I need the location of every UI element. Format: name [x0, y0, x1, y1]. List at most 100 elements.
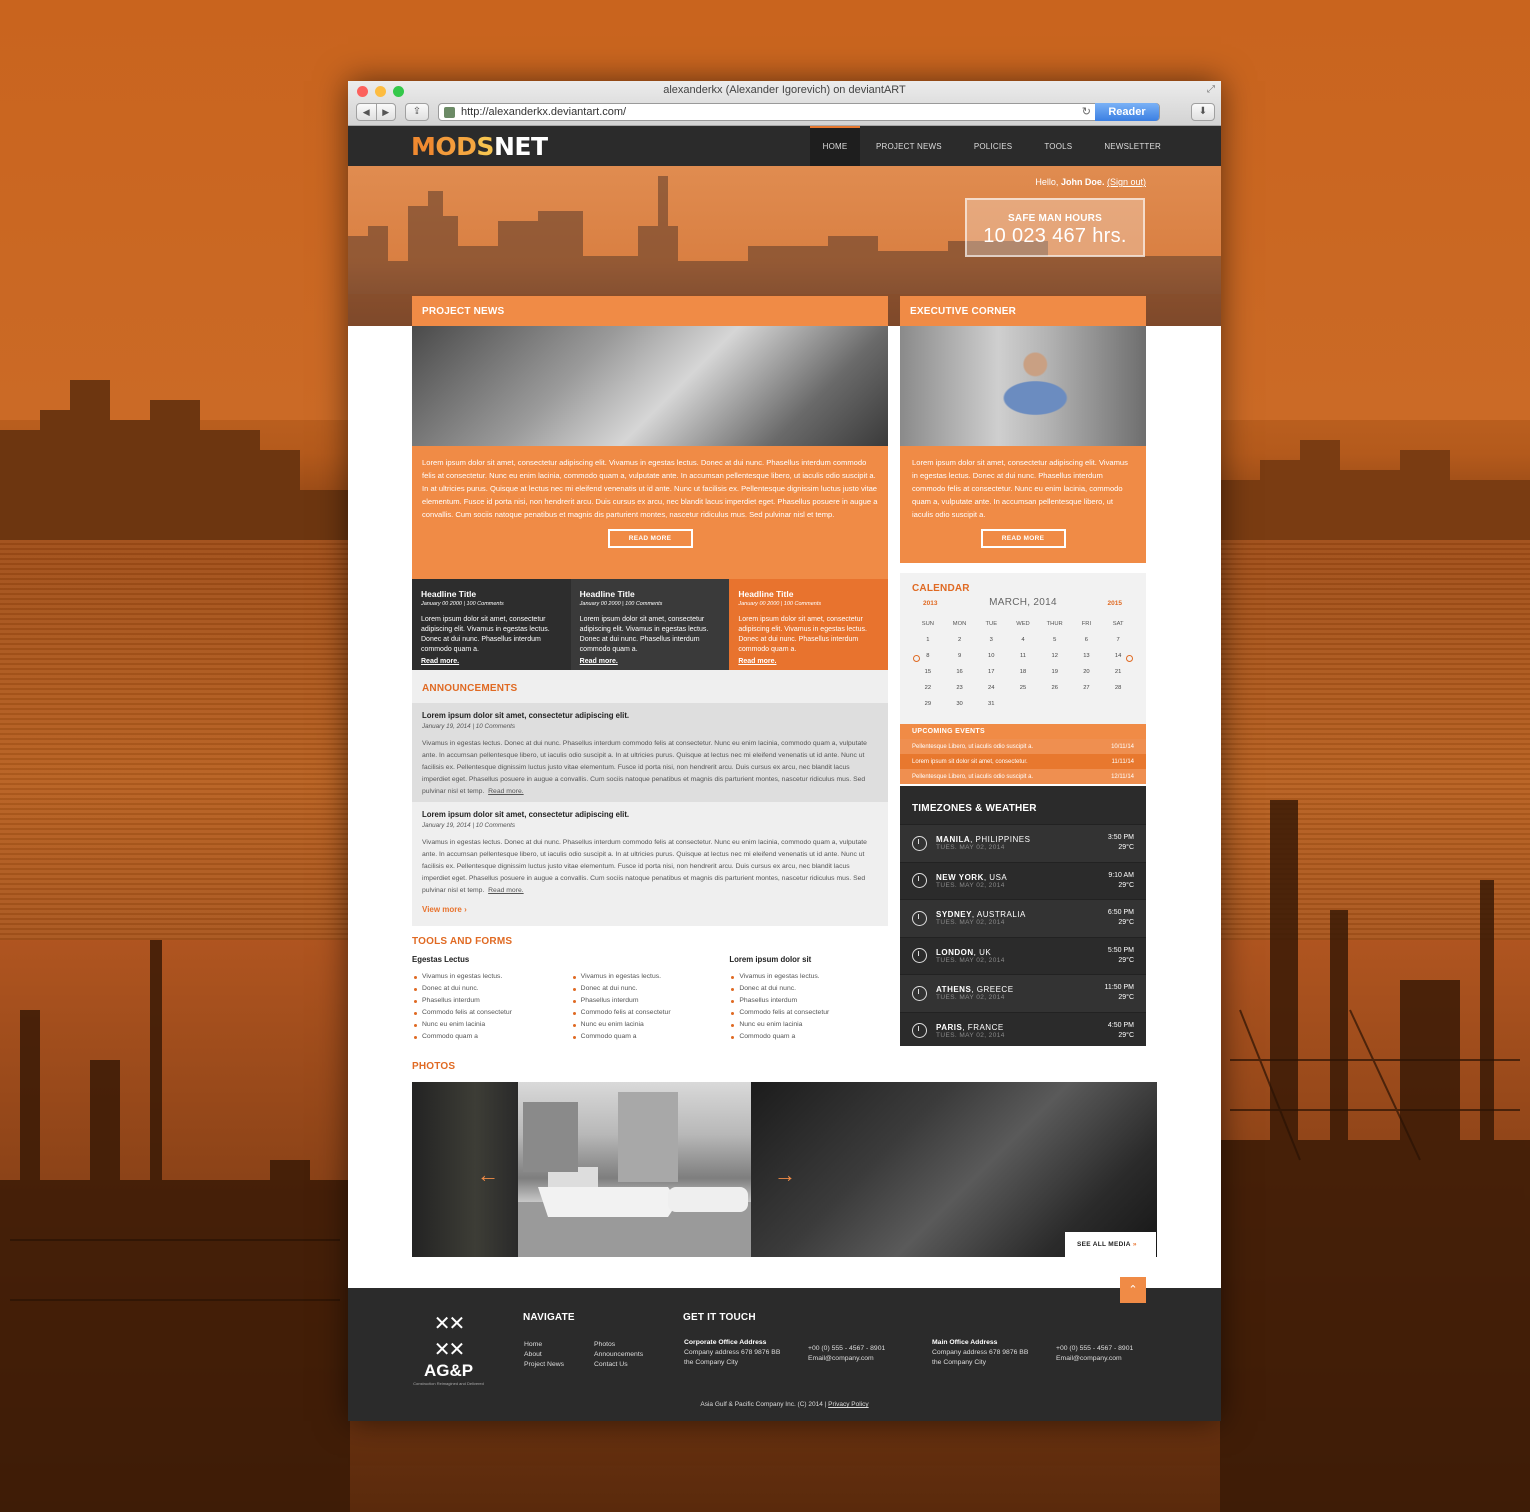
event-row[interactable]: Pellentesque Libero, ut iaculis odio sus…	[900, 739, 1146, 754]
tool-link[interactable]: Commodo quam a	[571, 1031, 730, 1043]
footer-link[interactable]: Contact Us	[594, 1360, 643, 1370]
calendar-date[interactable]: 29	[912, 696, 944, 712]
tool-link[interactable]: Phasellus interdum	[412, 995, 571, 1007]
nav-newsletter[interactable]: NEWSLETTER	[1088, 126, 1221, 166]
photo-main[interactable]	[518, 1082, 751, 1257]
tool-link[interactable]: Donec at dui nunc.	[412, 983, 571, 995]
calendar-date[interactable]: 3	[975, 632, 1007, 648]
event-row[interactable]: Lorem ipsum sit dolor sit amet, consecte…	[900, 754, 1146, 769]
headline-title[interactable]: Headline Title	[738, 589, 879, 599]
fullscreen-icon[interactable]: ⤢	[1207, 84, 1215, 95]
see-all-media-button[interactable]: SEE ALL MEDIA »	[1065, 1232, 1156, 1258]
tool-link[interactable]: Phasellus interdum	[571, 995, 730, 1007]
reader-button[interactable]: Reader	[1095, 103, 1159, 121]
calendar-date[interactable]: 16	[944, 664, 976, 680]
announcement-title[interactable]: Lorem ipsum dolor sit amet, consectetur …	[422, 810, 878, 819]
calendar-date[interactable]: 17	[975, 664, 1007, 680]
event-row[interactable]: Pellentesque Libero, ut iaculis odio sus…	[900, 769, 1146, 784]
announcement-read-more-link[interactable]: Read more.	[488, 788, 524, 795]
calendar-date[interactable]: 2	[944, 632, 976, 648]
headline-read-more-link[interactable]: Read more.	[421, 658, 562, 665]
view-more-link[interactable]: View more ›	[412, 905, 888, 914]
reload-icon[interactable]: ↻	[1082, 104, 1091, 120]
carousel-next-arrow-icon[interactable]: →	[774, 1162, 796, 1188]
tool-link[interactable]: Vivamus in egestas lectus.	[729, 971, 888, 983]
calendar-date[interactable]: 7	[1102, 632, 1134, 648]
tool-link[interactable]: Commodo quam a	[729, 1031, 888, 1043]
footer-link[interactable]: Announcements	[594, 1350, 643, 1360]
calendar-date[interactable]: 21	[1102, 664, 1134, 680]
safe-man-hours-label: SAFE MAN HOURS	[1008, 213, 1102, 224]
calendar-date[interactable]: 19	[1039, 664, 1071, 680]
calendar-date[interactable]: 6	[1071, 632, 1103, 648]
tool-link[interactable]: Phasellus interdum	[729, 995, 888, 1007]
tool-link[interactable]: Commodo quam a	[412, 1031, 571, 1043]
nav-policies[interactable]: POLICIES	[958, 126, 1029, 166]
tool-link[interactable]: Commodo felis at consectetur	[729, 1007, 888, 1019]
executive-read-more-button[interactable]: READ MORE	[980, 529, 1066, 548]
calendar-date[interactable]: 31	[975, 696, 1007, 712]
calendar-date[interactable]: 24	[975, 680, 1007, 696]
calendar-date[interactable]: 27	[1071, 680, 1103, 696]
tool-link[interactable]: Nunc eu enim lacinia	[571, 1019, 730, 1031]
nav-home[interactable]: HOME	[810, 126, 860, 166]
carousel-prev-arrow-icon[interactable]: ←	[477, 1162, 499, 1188]
footer-logo[interactable]: ✕✕ ✕✕ AG&P Construction Reimagined and De…	[411, 1311, 486, 1386]
headline-read-more-link[interactable]: Read more.	[580, 658, 721, 665]
email-link[interactable]: Email@company.com	[808, 1354, 885, 1364]
calendar-date[interactable]: 26	[1039, 680, 1071, 696]
tool-link[interactable]: Commodo felis at consectetur	[571, 1007, 730, 1019]
tool-link[interactable]: Commodo felis at consectetur	[412, 1007, 571, 1019]
calendar-date[interactable]: 13	[1071, 648, 1103, 664]
tool-link[interactable]: Vivamus in egestas lectus.	[412, 971, 571, 983]
footer-link[interactable]: Photos	[594, 1340, 643, 1350]
tool-link[interactable]: Nunc eu enim lacinia	[729, 1019, 888, 1031]
calendar-date[interactable]: 4	[1007, 632, 1039, 648]
footer-link[interactable]: Home	[524, 1340, 564, 1350]
calendar-date[interactable]: 1	[912, 632, 944, 648]
calendar-next-arrow-icon[interactable]	[1126, 655, 1133, 662]
calendar-date[interactable]: 15	[912, 664, 944, 680]
project-news-read-more-button[interactable]: READ MORE	[607, 529, 693, 548]
back-to-top-button[interactable]: ⌃	[1120, 1277, 1146, 1303]
nav-project-news[interactable]: PROJECT NEWS	[860, 126, 958, 166]
tool-link[interactable]: Donec at dui nunc.	[729, 983, 888, 995]
headline-title[interactable]: Headline Title	[421, 589, 562, 599]
calendar-date[interactable]: 28	[1102, 680, 1134, 696]
site-logo[interactable]: MODSNET	[411, 132, 548, 161]
calendar-date[interactable]: 9	[944, 648, 976, 664]
calendar-date[interactable]: 25	[1007, 680, 1039, 696]
calendar-date[interactable]: 22	[912, 680, 944, 696]
calendar-date[interactable]: 12	[1039, 648, 1071, 664]
calendar-date[interactable]: 10	[975, 648, 1007, 664]
tool-link[interactable]: Vivamus in egestas lectus.	[571, 971, 730, 983]
calendar-next-year[interactable]: 2015	[1108, 600, 1122, 607]
calendar-date[interactable]: 5	[1039, 632, 1071, 648]
address-bar[interactable]: http://alexanderkx.deviantart.com/ ↻ Rea…	[438, 103, 1160, 121]
email-link[interactable]: Email@company.com	[1056, 1354, 1133, 1364]
footer-link[interactable]: About	[524, 1350, 564, 1360]
downloads-button[interactable]: ⬇	[1191, 103, 1215, 121]
calendar-day-name: SUN	[921, 621, 934, 627]
calendar-date[interactable]: 18	[1007, 664, 1039, 680]
sign-out-link[interactable]: (Sign out)	[1107, 177, 1146, 187]
tool-link[interactable]: Nunc eu enim lacinia	[412, 1019, 571, 1031]
photo-thumb[interactable]	[751, 1082, 1157, 1257]
back-button[interactable]: ◀	[357, 104, 376, 120]
headline-read-more-link[interactable]: Read more.	[738, 658, 879, 665]
calendar-prev-arrow-icon[interactable]	[913, 655, 920, 662]
calendar-date[interactable]: 30	[944, 696, 976, 712]
share-button[interactable]: ⇪	[405, 103, 429, 121]
nav-tools[interactable]: TOOLS	[1028, 126, 1088, 166]
photo-thumb[interactable]	[412, 1082, 518, 1257]
calendar-date[interactable]: 23	[944, 680, 976, 696]
tool-link[interactable]: Donec at dui nunc.	[571, 983, 730, 995]
calendar-date[interactable]: 20	[1071, 664, 1103, 680]
footer-link[interactable]: Project News	[524, 1360, 564, 1370]
forward-button[interactable]: ▶	[375, 104, 396, 120]
announcement-read-more-link[interactable]: Read more.	[488, 887, 524, 894]
headline-title[interactable]: Headline Title	[580, 589, 721, 599]
announcement-title[interactable]: Lorem ipsum dolor sit amet, consectetur …	[422, 711, 878, 720]
privacy-policy-link[interactable]: Privacy Policy	[828, 1401, 868, 1408]
calendar-date[interactable]: 11	[1007, 648, 1039, 664]
